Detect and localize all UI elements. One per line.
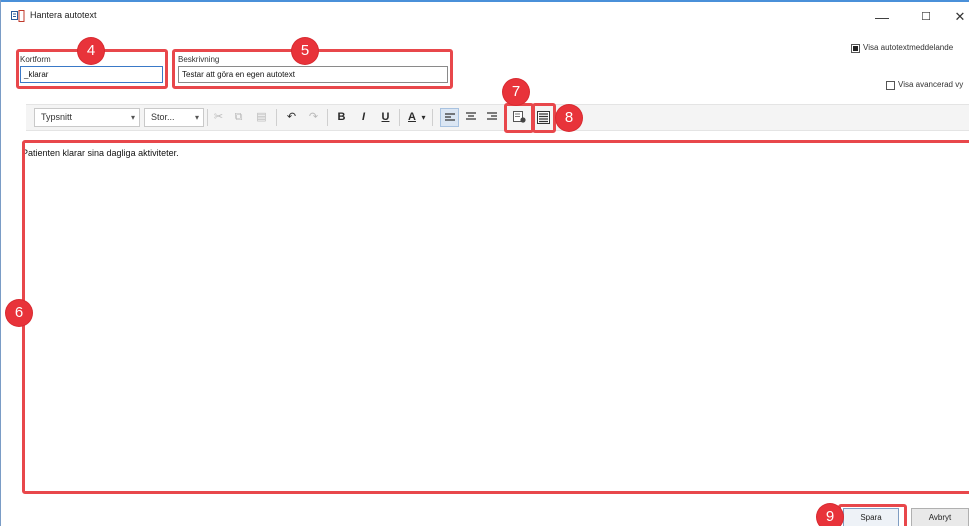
font-color-button[interactable]: A <box>405 108 419 127</box>
visa-avancerad-vy-label: Visa avancerad vy <box>898 80 964 89</box>
font-size-value: Stor... <box>151 112 175 122</box>
italic-button[interactable]: I <box>355 108 372 127</box>
annotation-badge-5: 5 <box>292 38 318 64</box>
annotation-badge-4: 4 <box>78 38 104 64</box>
font-family-dropdown[interactable]: Typsnitt ▾ <box>34 108 140 127</box>
checkbox-checked-icon[interactable] <box>851 43 860 53</box>
toolbar-separator <box>327 109 328 126</box>
annotation-badge-9: 9 <box>817 504 843 526</box>
toolbar-separator <box>276 109 277 126</box>
copy-icon[interactable]: ⧉ <box>230 108 247 127</box>
align-left-icon[interactable] <box>440 108 459 127</box>
maximize-button[interactable]: ☐ <box>912 6 940 28</box>
annotation-badge-6: 6 <box>6 300 32 326</box>
scissors-icon[interactable]: ✂ <box>210 108 227 127</box>
underline-button[interactable]: U <box>377 108 394 127</box>
bold-button[interactable]: B <box>333 108 350 127</box>
font-size-dropdown[interactable]: Stor... ▾ <box>144 108 204 127</box>
align-center-icon[interactable] <box>462 108 479 127</box>
font-family-value: Typsnitt <box>41 112 73 122</box>
annotation-badge-8: 8 <box>556 105 582 131</box>
chevron-down-icon: ▾ <box>194 113 199 122</box>
align-right-icon[interactable] <box>483 108 500 127</box>
minimize-button[interactable]: — <box>868 6 896 28</box>
paste-icon[interactable]: ▤ <box>253 108 270 127</box>
toolbar-separator <box>207 109 208 126</box>
window-left-border <box>0 0 1 526</box>
align-center-glyph <box>465 112 476 120</box>
toolbar-separator <box>399 109 400 126</box>
annotation-box-8 <box>532 103 556 133</box>
window-title: Hantera autotext <box>30 10 97 20</box>
annotation-box-7 <box>504 103 534 133</box>
redo-icon[interactable]: ↷ <box>305 108 322 127</box>
annotation-badge-7: 7 <box>503 79 529 105</box>
annotation-box-9 <box>838 504 907 526</box>
visa-autotextmeddelande-checkbox[interactable]: Visa autotextmeddelande <box>851 43 953 53</box>
title-bar[interactable] <box>1 2 969 32</box>
close-button[interactable]: ✕ <box>946 6 969 28</box>
annotation-box-6 <box>22 140 969 494</box>
align-left-glyph <box>444 113 455 121</box>
app-icon <box>11 10 25 22</box>
visa-avancerad-vy-checkbox[interactable]: Visa avancerad vy <box>886 80 963 90</box>
checkbox-unchecked-icon[interactable] <box>886 80 895 90</box>
visa-autotextmeddelande-label: Visa autotextmeddelande <box>863 43 954 52</box>
align-right-glyph <box>486 112 497 120</box>
cancel-button[interactable]: Avbryt <box>911 508 969 526</box>
undo-icon[interactable]: ↶ <box>283 108 300 127</box>
toolbar-separator <box>432 109 433 126</box>
chevron-down-icon: ▾ <box>130 113 135 122</box>
chevron-down-icon[interactable]: ▾ <box>419 108 428 127</box>
